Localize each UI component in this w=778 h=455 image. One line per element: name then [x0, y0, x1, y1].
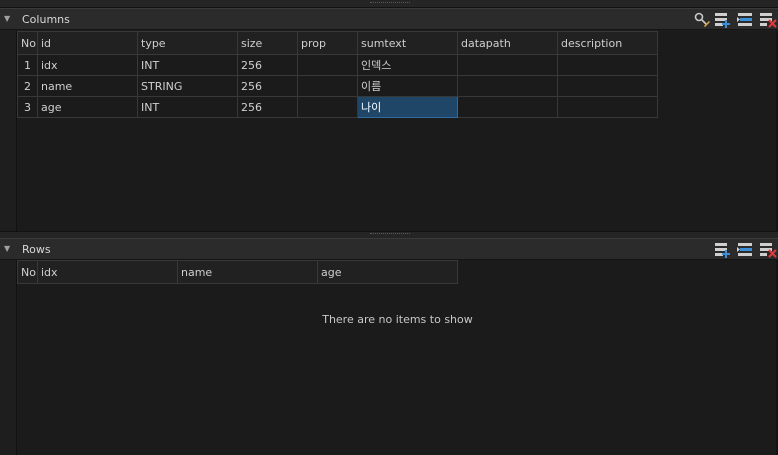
row-header-name[interactable]: name: [177, 260, 318, 284]
row-header-idx[interactable]: idx: [37, 260, 178, 284]
cell-no[interactable]: 3: [17, 96, 38, 118]
columns-panel-header: ▼ Columns: [0, 8, 778, 30]
cell-sumtext[interactable]: 인덱스: [357, 54, 458, 76]
col-header-sumtext[interactable]: sumtext: [357, 31, 458, 55]
col-header-id[interactable]: id: [37, 31, 138, 55]
cell-type[interactable]: INT: [137, 54, 238, 76]
col-header-datapath[interactable]: datapath: [457, 31, 558, 55]
delete-row-icon[interactable]: [759, 241, 777, 258]
insert-row-icon[interactable]: [737, 241, 755, 258]
col-header-size[interactable]: size: [237, 31, 298, 55]
key-edit-icon[interactable]: [693, 11, 711, 28]
cell-description[interactable]: [557, 96, 658, 118]
cell-sumtext[interactable]: 이름: [357, 75, 458, 97]
cell-size[interactable]: 256: [237, 54, 298, 76]
cell-prop[interactable]: [297, 54, 358, 76]
rows-grid[interactable]: No idx name age There are no items to sh…: [17, 260, 778, 455]
col-header-prop[interactable]: prop: [297, 31, 358, 55]
table-row[interactable]: 3 age INT 256 나이: [17, 96, 658, 118]
rows-gutter: [0, 260, 17, 455]
cell-prop[interactable]: [297, 96, 358, 118]
columns-panel-title: Columns: [22, 13, 70, 26]
rows-panel-header: ▼ Rows: [0, 238, 778, 260]
cell-type[interactable]: INT: [137, 96, 238, 118]
cell-datapath[interactable]: [457, 96, 558, 118]
add-row-icon[interactable]: [714, 11, 732, 28]
cell-datapath[interactable]: [457, 75, 558, 97]
collapse-icon[interactable]: ▼: [4, 14, 14, 24]
col-header-no[interactable]: No: [17, 31, 38, 55]
splitter-grip[interactable]: [370, 2, 410, 4]
row-header-no[interactable]: No: [17, 260, 38, 284]
delete-row-icon[interactable]: [759, 11, 777, 28]
cell-datapath[interactable]: [457, 54, 558, 76]
cell-no[interactable]: 1: [17, 54, 38, 76]
col-header-type[interactable]: type: [137, 31, 238, 55]
cell-id[interactable]: idx: [37, 54, 138, 76]
cell-description[interactable]: [557, 75, 658, 97]
middle-splitter[interactable]: [0, 231, 778, 238]
table-row[interactable]: 1 idx INT 256 인덱스: [17, 54, 658, 76]
columns-table: No id type size prop sumtext datapath de…: [17, 31, 658, 118]
cell-id[interactable]: name: [37, 75, 138, 97]
empty-message: There are no items to show: [322, 313, 473, 326]
columns-grid[interactable]: No id type size prop sumtext datapath de…: [17, 31, 778, 231]
cell-type[interactable]: STRING: [137, 75, 238, 97]
col-header-description[interactable]: description: [557, 31, 658, 55]
cell-id[interactable]: age: [37, 96, 138, 118]
columns-gutter: [0, 31, 17, 231]
add-row-icon[interactable]: [714, 241, 732, 258]
row-header-age[interactable]: age: [317, 260, 458, 284]
rows-header-row: No idx name age: [17, 260, 458, 284]
rows-panel-title: Rows: [22, 243, 51, 256]
columns-header-row: No id type size prop sumtext datapath de…: [17, 31, 658, 55]
splitter-grip[interactable]: [370, 233, 410, 235]
cell-size[interactable]: 256: [237, 96, 298, 118]
cell-size[interactable]: 256: [237, 75, 298, 97]
cell-sumtext-selected[interactable]: 나이: [357, 96, 458, 118]
cell-description[interactable]: [557, 54, 658, 76]
top-splitter[interactable]: [0, 0, 778, 8]
cell-no[interactable]: 2: [17, 75, 38, 97]
table-row[interactable]: 2 name STRING 256 이름: [17, 75, 658, 97]
rows-table: No idx name age: [17, 260, 458, 284]
insert-row-icon[interactable]: [737, 11, 755, 28]
cell-prop[interactable]: [297, 75, 358, 97]
collapse-icon[interactable]: ▼: [4, 244, 14, 254]
